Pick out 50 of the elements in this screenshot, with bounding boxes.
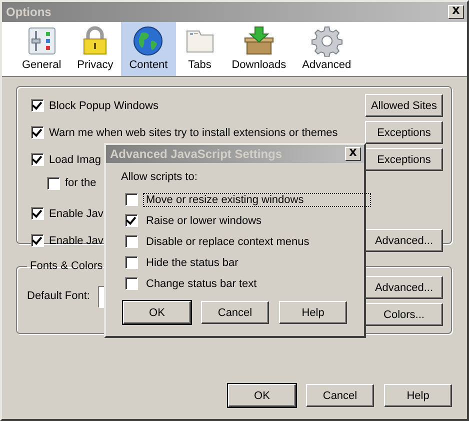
checkbox[interactable] [31,207,44,220]
group-title: Fonts & Colors [29,260,104,272]
close-button[interactable]: X [448,5,464,19]
close-button[interactable]: X [345,147,361,161]
side-button[interactable]: Exceptions [365,121,443,144]
checkbox-label[interactable]: Block Popup Windows [49,100,158,112]
toolbar-tab[interactable]: General [14,22,70,76]
box-download-icon [242,25,275,57]
checkbox[interactable] [125,235,138,248]
dialog-button[interactable]: OK [228,384,296,407]
side-button[interactable]: Exceptions [365,148,443,171]
checkbox-label[interactable]: Hide the status bar [143,256,242,270]
checkbox[interactable] [125,277,138,290]
toolbar-tab[interactable]: Advanced [294,22,360,76]
field-label: Default Font: [27,290,90,304]
side-button[interactable]: Allowed Sites [365,94,443,117]
dialog-button[interactable]: Help [279,301,347,324]
checkbox-label[interactable]: Load Imag [49,154,101,166]
dialog-button[interactable]: Cancel [201,301,269,324]
toolbar-tab[interactable]: Privacy [69,22,122,76]
globe-icon [132,25,164,57]
checkbox-label[interactable]: Raise or lower windows [143,214,265,228]
checkbox[interactable] [125,214,138,227]
sliders-icon [26,25,58,57]
dialog-prompt: Allow scripts to: [121,171,198,185]
checkbox-label[interactable]: for the [65,177,96,189]
checkbox[interactable] [47,176,60,190]
dialog-button[interactable]: OK [123,301,191,324]
side-button[interactable]: Advanced... [365,229,443,252]
side-button[interactable]: Colors... [365,303,443,326]
checkbox[interactable] [31,153,44,166]
checkbox-label[interactable]: Disable or replace context menus [143,234,312,248]
checkbox-label[interactable]: Move or resize existing windows [143,192,371,206]
checkbox[interactable] [125,256,138,269]
checkbox[interactable] [31,126,44,139]
checkbox[interactable] [125,193,138,206]
checkbox-label[interactable]: Enable Jav [49,208,104,220]
dialog-button[interactable]: Cancel [306,384,374,407]
window-title: Options [6,5,52,19]
toolbar-tab[interactable]: Content [121,22,176,76]
checkbox[interactable] [31,234,44,247]
checkbox-label[interactable]: Enable Jav [49,234,104,246]
checkbox[interactable] [31,99,44,112]
dialog-button[interactable]: Help [384,384,452,407]
gear-icon [310,25,343,57]
toolbar-tab[interactable]: Tabs [176,22,224,76]
checkbox-label[interactable]: Change status bar text [143,276,260,290]
checkbox-label[interactable]: Warn me when web sites try to install extensions or themes [49,126,338,138]
toolbar-tab[interactable]: Downloads [224,22,294,76]
side-button[interactable]: Advanced... [365,276,443,299]
